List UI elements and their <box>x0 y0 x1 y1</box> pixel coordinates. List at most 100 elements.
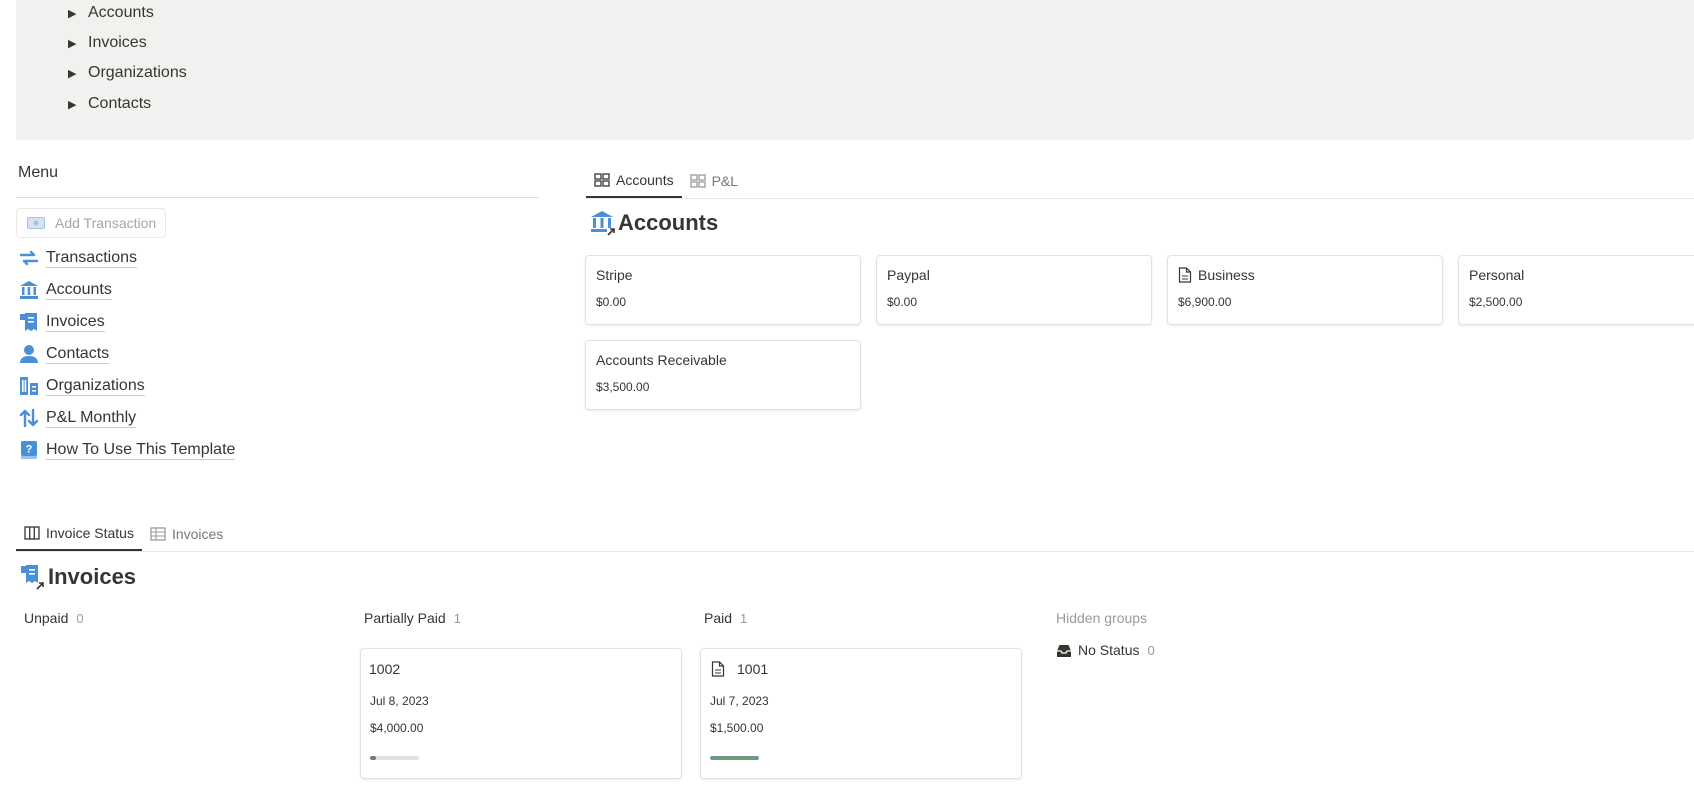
add-transaction-button[interactable]: Add Transaction <box>16 208 166 238</box>
account-amount: $0.00 <box>596 295 627 309</box>
menu-item-label: Organizations <box>46 376 145 396</box>
inbox-icon <box>1057 644 1071 657</box>
tab-divider <box>16 551 1694 552</box>
up-down-arrows-icon <box>18 407 40 429</box>
document-icon <box>1178 267 1192 283</box>
menu-item-label: Contacts <box>46 344 110 364</box>
account-card[interactable]: Stripe $0.00 <box>585 255 861 325</box>
menu-divider <box>16 197 539 198</box>
account-card[interactable]: Paypal $0.00 <box>876 255 1152 325</box>
bank-icon <box>591 211 615 236</box>
account-amount: $6,900.00 <box>1178 295 1232 309</box>
triangle-right-icon[interactable]: ▶ <box>68 7 88 20</box>
progress-fill <box>710 756 759 760</box>
toggle-organizations[interactable]: ▶ Organizations <box>68 60 187 86</box>
group-name: Partially Paid <box>364 610 446 626</box>
arrows-swap-icon <box>18 247 40 269</box>
account-card[interactable]: Business $6,900.00 <box>1167 255 1443 325</box>
menu-item-pl-monthly[interactable]: P&L Monthly <box>18 404 137 432</box>
receipt-icon <box>21 565 44 590</box>
toggle-invoices[interactable]: ▶ Invoices <box>68 30 147 56</box>
board-icon <box>24 526 40 540</box>
menu-item-organizations[interactable]: Organizations <box>18 372 145 400</box>
invoice-date: Jul 7, 2023 <box>710 694 769 708</box>
buildings-icon <box>18 375 40 397</box>
menu-item-label: Transactions <box>46 248 137 268</box>
toggle-contacts[interactable]: ▶ Contacts <box>68 91 151 117</box>
toggle-label: Accounts <box>88 4 154 21</box>
add-transaction-label: Add Transaction <box>55 215 157 231</box>
receipt-icon <box>18 311 40 333</box>
menu-item-accounts[interactable]: Accounts <box>18 276 112 304</box>
menu-item-invoices[interactable]: Invoices <box>18 308 105 336</box>
document-icon <box>711 661 725 677</box>
group-count: 0 <box>76 610 84 626</box>
tab-label: Invoice Status <box>46 525 134 541</box>
account-name: Paypal <box>887 267 930 283</box>
invoice-number: 1002 <box>369 661 401 677</box>
gallery-icon <box>689 174 706 188</box>
money-icon <box>27 217 45 229</box>
menu-heading: Menu <box>18 164 59 181</box>
account-amount: $0.00 <box>887 295 918 309</box>
account-name: Personal <box>1469 267 1525 283</box>
progress-bar <box>370 756 419 760</box>
invoice-number: 1001 <box>737 661 769 677</box>
tab-divider <box>586 198 1694 199</box>
tab-label: Accounts <box>616 172 674 188</box>
svg-text:?: ? <box>26 444 33 456</box>
account-amount: $2,500.00 <box>1469 295 1523 309</box>
invoice-date: Jul 8, 2023 <box>370 694 429 708</box>
progress-bar <box>710 756 759 760</box>
group-header-unpaid[interactable]: Unpaid 0 <box>24 610 84 626</box>
hidden-groups-label: Hidden groups <box>1056 610 1148 626</box>
gallery-icon <box>594 173 610 187</box>
progress-fill <box>370 756 376 760</box>
account-card[interactable]: Accounts Receivable $3,500.00 <box>585 340 861 410</box>
account-name: Accounts Receivable <box>596 352 727 368</box>
group-header-paid[interactable]: Paid 1 <box>704 610 747 626</box>
group-count: 0 <box>1147 642 1155 658</box>
menu-item-label: How To Use This Template <box>46 440 236 460</box>
menu-item-label: Invoices <box>46 312 105 332</box>
invoices-heading: Invoices <box>20 564 136 590</box>
help-book-icon: ? <box>18 439 40 461</box>
hidden-group-no-status[interactable]: No Status 0 <box>1056 642 1155 658</box>
menu-item-contacts[interactable]: Contacts <box>18 340 110 368</box>
toggle-label: Invoices <box>88 34 147 51</box>
tab-label: P&L <box>711 173 739 189</box>
toggle-accounts[interactable]: ▶ Accounts <box>68 0 154 26</box>
triangle-right-icon[interactable]: ▶ <box>68 37 88 50</box>
tab-accounts[interactable]: Accounts <box>586 164 682 198</box>
menu-item-label: P&L Monthly <box>46 408 137 428</box>
tab-invoice-status[interactable]: Invoice Status <box>16 517 142 551</box>
invoice-amount: $4,000.00 <box>370 721 424 735</box>
section-title-text: Accounts <box>618 210 719 235</box>
triangle-right-icon[interactable]: ▶ <box>68 67 88 80</box>
group-count: 1 <box>453 610 461 626</box>
accounts-view-tabs: Accounts P&L <box>586 164 746 198</box>
tab-label: Invoices <box>171 526 224 542</box>
tab-invoices[interactable]: Invoices <box>142 517 231 551</box>
bank-icon <box>18 279 40 301</box>
invoices-view-tabs: Invoice Status Invoices <box>16 517 231 551</box>
section-title-text: Invoices <box>48 564 137 589</box>
invoice-card[interactable]: 1002 Jul 8, 2023 $4,000.00 <box>360 648 682 779</box>
group-header-partially-paid[interactable]: Partially Paid 1 <box>364 610 461 626</box>
account-name: Stripe <box>596 267 633 283</box>
invoice-card[interactable]: 1001 Jul 7, 2023 $1,500.00 <box>700 648 1022 779</box>
account-amount: $3,500.00 <box>596 380 650 394</box>
invoice-amount: $1,500.00 <box>710 721 764 735</box>
toggle-panel: ▶ Accounts ▶ Invoices ▶ Organizations ▶ Cont… <box>16 0 1694 140</box>
group-name: Paid <box>704 610 733 626</box>
tab-pl[interactable]: P&L <box>682 164 746 198</box>
group-name: No Status <box>1078 642 1140 658</box>
menu-item-transactions[interactable]: Transactions <box>18 244 137 272</box>
toggle-label: Contacts <box>88 95 152 112</box>
group-count: 1 <box>740 610 748 626</box>
menu-item-how-to-use[interactable]: ? How To Use This Template <box>18 436 236 464</box>
table-icon <box>150 527 166 541</box>
menu-item-label: Accounts <box>46 280 112 300</box>
account-card[interactable]: Personal $2,500.00 <box>1458 255 1694 325</box>
triangle-right-icon[interactable]: ▶ <box>68 98 88 111</box>
